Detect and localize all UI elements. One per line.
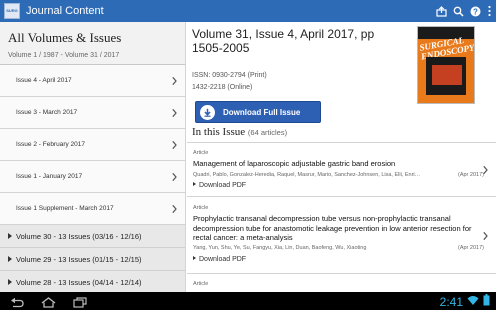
- issue-label: Issue 2 - February 2017: [16, 141, 86, 148]
- status-area: 2:41: [440, 293, 490, 310]
- issn-print: ISSN: 0930-2794 (Print): [192, 72, 267, 79]
- article-authors: Yang, Yun, Shu, Ye, Su, Fangyu, Xia, Lin…: [193, 245, 367, 251]
- download-full-issue-button[interactable]: Download Full Issue: [195, 101, 321, 123]
- help-icon[interactable]: ?: [470, 6, 481, 17]
- issue-item[interactable]: Issue 4 - April 2017: [0, 65, 185, 97]
- article-title[interactable]: Management of laparoscopic adjustable ga…: [193, 159, 483, 169]
- battery-icon: [483, 293, 490, 310]
- wifi-icon: [467, 293, 479, 310]
- download-pdf-link[interactable]: Download PDF: [193, 182, 246, 189]
- issue-item[interactable]: Issue 1 - January 2017: [0, 161, 185, 193]
- share-icon[interactable]: [436, 5, 447, 17]
- volume-label: Volume 29 - 13 Issues (01/15 - 12/15): [16, 254, 142, 264]
- download-pdf-label: Download PDF: [199, 256, 247, 263]
- issue-label: Issue 1 - January 2017: [16, 173, 83, 180]
- chevron-right-icon: [172, 76, 177, 85]
- app-title: Journal Content: [26, 5, 104, 17]
- issue-item[interactable]: Issue 1 Supplement - March 2017: [0, 193, 185, 225]
- chevron-right-icon: [172, 140, 177, 149]
- volume-item[interactable]: Volume 28 - 13 Issues (04/14 - 12/14): [0, 271, 185, 292]
- toolbar-actions: ?: [436, 0, 492, 22]
- expand-arrow-icon: [193, 182, 196, 186]
- article-date: (Apr 2017): [458, 245, 484, 251]
- article-title[interactable]: Prophylactic transanal decompression tub…: [193, 214, 483, 243]
- issue-label: Issue 3 - March 2017: [16, 109, 78, 116]
- expand-arrow-icon: [8, 256, 12, 262]
- download-arrow-icon: [200, 104, 215, 120]
- issue-label: Issue 1 Supplement - March 2017: [16, 205, 114, 212]
- article-count: (64 articles): [247, 128, 288, 137]
- app-logo[interactable]: SURG: [4, 3, 20, 19]
- sidebar-subtitle: Volume 1 / 1987 - Volume 31 / 2017: [8, 52, 120, 59]
- chevron-right-icon: [483, 231, 488, 240]
- article-date: (Apr 2017): [458, 172, 484, 178]
- clock: 2:41: [439, 295, 463, 309]
- chevron-right-icon: [483, 165, 488, 175]
- back-icon[interactable]: [10, 295, 24, 310]
- home-icon[interactable]: [41, 295, 56, 310]
- issue-item[interactable]: Issue 2 - February 2017: [0, 129, 185, 161]
- svg-text:?: ?: [473, 7, 478, 16]
- issue-label: Issue 4 - April 2017: [16, 77, 72, 84]
- volume-label: Volume 28 - 13 Issues (04/14 - 12/14): [16, 277, 142, 287]
- cover-artwork-accent: [432, 65, 462, 85]
- divider: [187, 142, 496, 143]
- overflow-menu-icon[interactable]: [487, 5, 492, 17]
- search-icon[interactable]: [453, 6, 464, 17]
- download-button-label: Download Full Issue: [223, 107, 301, 117]
- volume-item[interactable]: Volume 30 - 13 Issues (03/16 - 12/16): [0, 225, 185, 248]
- nav-buttons: [10, 295, 87, 310]
- in-this-issue-heading: In this Issue (64 articles): [192, 126, 287, 138]
- article-type: Article: [193, 205, 209, 211]
- article-item[interactable]: Article Prophylactic transanal decompres…: [187, 198, 496, 274]
- expand-arrow-icon: [8, 279, 12, 285]
- issue-item[interactable]: Issue 3 - March 2017: [0, 97, 185, 129]
- in-this-issue-label: In this Issue: [192, 126, 246, 138]
- article-type: Article: [193, 150, 209, 156]
- article-item[interactable]: Article Management of laparoscopic adjus…: [187, 144, 496, 197]
- volume-label: Volume 30 - 13 Issues (03/16 - 12/16): [16, 231, 142, 241]
- sidebar-title: All Volumes & Issues: [8, 30, 122, 45]
- system-navigation-bar: 2:41: [0, 292, 496, 310]
- chevron-right-icon: [172, 172, 177, 181]
- article-authors: Quadri, Pablo, Gonzalez-Heredia, Raquel,…: [193, 172, 421, 178]
- volume-item[interactable]: Volume 29 - 13 Issues (01/15 - 12/15): [0, 248, 185, 271]
- expand-arrow-icon: [193, 256, 196, 260]
- issue-detail: Volume 31, Issue 4, April 2017, pp 1505-…: [187, 22, 496, 292]
- app-window: SURG Journal Content ? All Volumes & Iss…: [0, 0, 496, 310]
- download-pdf-link[interactable]: Download PDF: [193, 256, 246, 263]
- issn-online: 1432-2218 (Online): [192, 84, 253, 91]
- volume-heading: Volume 31, Issue 4, April 2017, pp 1505-…: [192, 27, 375, 55]
- issue-cover-image[interactable]: SURGICAL ENDOSCOPY: [417, 26, 475, 104]
- article-item[interactable]: Article: [187, 275, 496, 292]
- chevron-right-icon: [172, 108, 177, 117]
- recent-apps-icon[interactable]: [73, 295, 87, 310]
- action-bar: SURG Journal Content ?: [0, 0, 496, 22]
- article-type: Article: [193, 281, 209, 287]
- expand-arrow-icon: [8, 233, 12, 239]
- issn-info: ISSN: 0930-2794 (Print) 1432-2218 (Onlin…: [192, 70, 267, 94]
- chevron-right-icon: [172, 204, 177, 213]
- download-pdf-label: Download PDF: [199, 182, 247, 189]
- volumes-sidebar: All Volumes & Issues Volume 1 / 1987 - V…: [0, 22, 186, 292]
